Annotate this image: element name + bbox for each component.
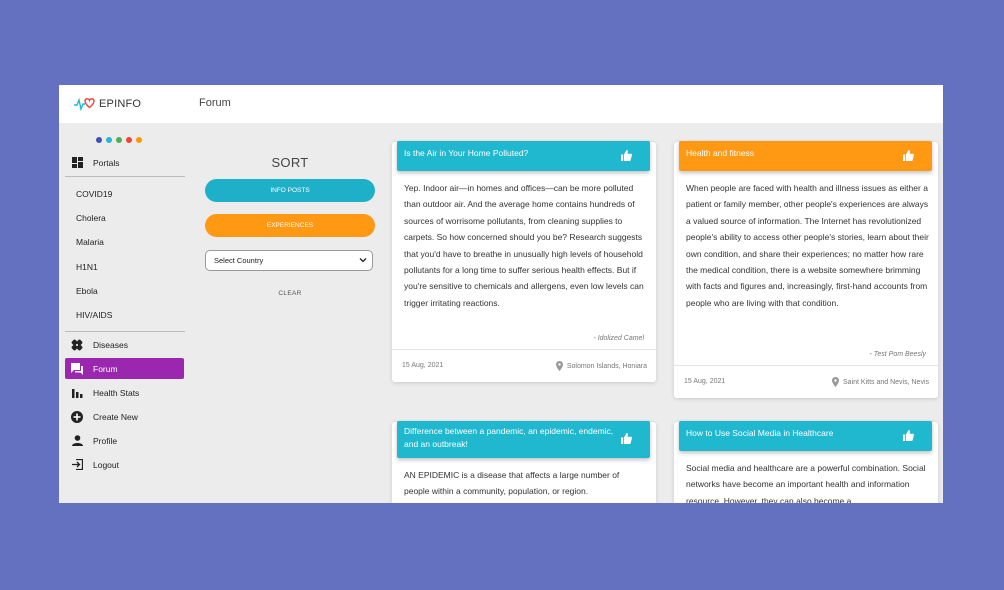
- sidebar-item-create-new[interactable]: Create New: [65, 406, 184, 427]
- info-posts-button[interactable]: INFO POSTS: [205, 179, 375, 202]
- color-dot-green[interactable]: [116, 137, 122, 143]
- sidebar-item-label: Health Stats: [93, 387, 140, 398]
- post-author: - Idolized Camel: [593, 335, 644, 342]
- app-window: EPINFO Forum Portals COVID19 Cholera Mal…: [59, 85, 943, 503]
- disease-link-malaria[interactable]: Malaria: [76, 235, 104, 249]
- post-location: Solomon Islands, Honiara: [555, 361, 647, 371]
- logout-icon: [71, 459, 83, 471]
- sidebar-item-label: Forum: [93, 363, 118, 374]
- top-bar: EPINFO Forum: [59, 85, 943, 123]
- post-body: Yep. Indoor air—in homes and offices—can…: [404, 183, 644, 308]
- location-pin-icon: [832, 377, 840, 387]
- thumbs-up-icon[interactable]: [903, 430, 914, 445]
- post-date: 15 Aug, 2021: [684, 378, 726, 385]
- chevron-down-icon: [359, 256, 367, 266]
- country-select-value: Select Country: [214, 256, 264, 265]
- post-title-bar: Is the Air in Your Home Polluted?: [397, 141, 650, 171]
- post-body: Social media and healthcare are a powerf…: [686, 463, 926, 503]
- sort-title: SORT: [271, 155, 309, 170]
- sidebar-item-forum[interactable]: Forum: [65, 358, 184, 379]
- post-title: Difference between a pandemic, an epidem…: [404, 426, 614, 449]
- post-title: Is the Air in Your Home Polluted?: [404, 148, 529, 158]
- sidebar-divider: [65, 331, 185, 332]
- post-title: Health and fitness: [686, 148, 755, 158]
- disease-link-ebola[interactable]: Ebola: [76, 284, 98, 298]
- sidebar-item-portals[interactable]: Portals: [65, 152, 184, 173]
- sidebar-item-label: Profile: [93, 435, 118, 446]
- post-location: Saint Kitts and Nevis, Nevis: [832, 377, 929, 387]
- sidebar: Portals COVID19 Cholera Malaria H1N1 Ebo…: [59, 123, 191, 503]
- app-name: EPINFO: [99, 98, 142, 110]
- disease-link-covid19[interactable]: COVID19: [76, 187, 112, 201]
- color-dot-orange[interactable]: [136, 137, 142, 143]
- sidebar-item-profile[interactable]: Profile: [65, 430, 184, 451]
- post-card[interactable]: Difference between a pandemic, an epidem…: [392, 421, 656, 503]
- bandage-icon: [71, 339, 83, 351]
- disease-link-h1n1[interactable]: H1N1: [76, 260, 98, 274]
- post-title-bar: How to Use Social Media in Healthcare: [679, 421, 932, 451]
- color-dot-red[interactable]: [126, 137, 132, 143]
- post-date: 15 Aug, 2021: [402, 362, 444, 369]
- post-title-bar: Difference between a pandemic, an epidem…: [397, 421, 650, 458]
- post-card[interactable]: How to Use Social Media in Healthcare So…: [674, 421, 938, 503]
- color-dot-cyan[interactable]: [106, 137, 112, 143]
- thumbs-up-icon[interactable]: [621, 150, 632, 165]
- post-location-text: Solomon Islands, Honiara: [566, 362, 647, 370]
- post-location-text: Saint Kitts and Nevis, Nevis: [843, 378, 929, 386]
- post-author: - Test Pom Beesly: [869, 351, 926, 358]
- sidebar-item-health-stats[interactable]: Health Stats: [65, 382, 184, 403]
- sidebar-item-label: Diseases: [93, 339, 128, 350]
- app-logo[interactable]: EPINFO: [73, 97, 141, 111]
- sidebar-item-logout[interactable]: Logout: [65, 454, 184, 475]
- sidebar-divider: [65, 176, 185, 177]
- post-title-bar: Health and fitness: [679, 141, 932, 171]
- post-card[interactable]: Health and fitness When people are faced…: [674, 141, 938, 398]
- post-body: When people are faced with health and il…: [686, 183, 929, 308]
- color-dots: [96, 137, 142, 143]
- forum-icon: [71, 362, 83, 375]
- card-divider: [392, 349, 656, 350]
- country-select[interactable]: Select Country: [205, 250, 373, 271]
- sidebar-item-diseases[interactable]: Diseases: [65, 334, 184, 355]
- disease-link-cholera[interactable]: Cholera: [76, 211, 106, 225]
- experiences-button[interactable]: EXPERIENCES: [205, 214, 375, 237]
- color-dot-blue[interactable]: [96, 137, 102, 143]
- person-icon: [71, 435, 83, 447]
- post-card[interactable]: Is the Air in Your Home Polluted? Yep. I…: [392, 141, 656, 382]
- post-title: How to Use Social Media in Healthcare: [686, 428, 834, 438]
- sidebar-item-label: Logout: [93, 459, 119, 470]
- bar-chart-icon: [71, 387, 83, 399]
- card-divider: [674, 365, 938, 366]
- thumbs-up-icon[interactable]: [903, 150, 914, 165]
- sidebar-item-label: Create New: [93, 411, 138, 422]
- sort-panel: SORT INFO POSTS EXPERIENCES Select Count…: [205, 155, 375, 297]
- post-body: AN EPIDEMIC is a disease that affects a …: [404, 470, 620, 497]
- page-title: Forum: [199, 97, 231, 109]
- add-circle-icon: [71, 410, 83, 423]
- location-pin-icon: [555, 361, 563, 371]
- disease-link-hiv-aids[interactable]: HIV/AIDS: [76, 308, 112, 322]
- dashboard-icon: [71, 157, 83, 169]
- clear-button[interactable]: CLEAR: [205, 290, 375, 297]
- heartbeat-logo-icon: [74, 97, 95, 111]
- sidebar-item-label: Portals: [93, 157, 120, 168]
- thumbs-up-icon[interactable]: [621, 433, 632, 448]
